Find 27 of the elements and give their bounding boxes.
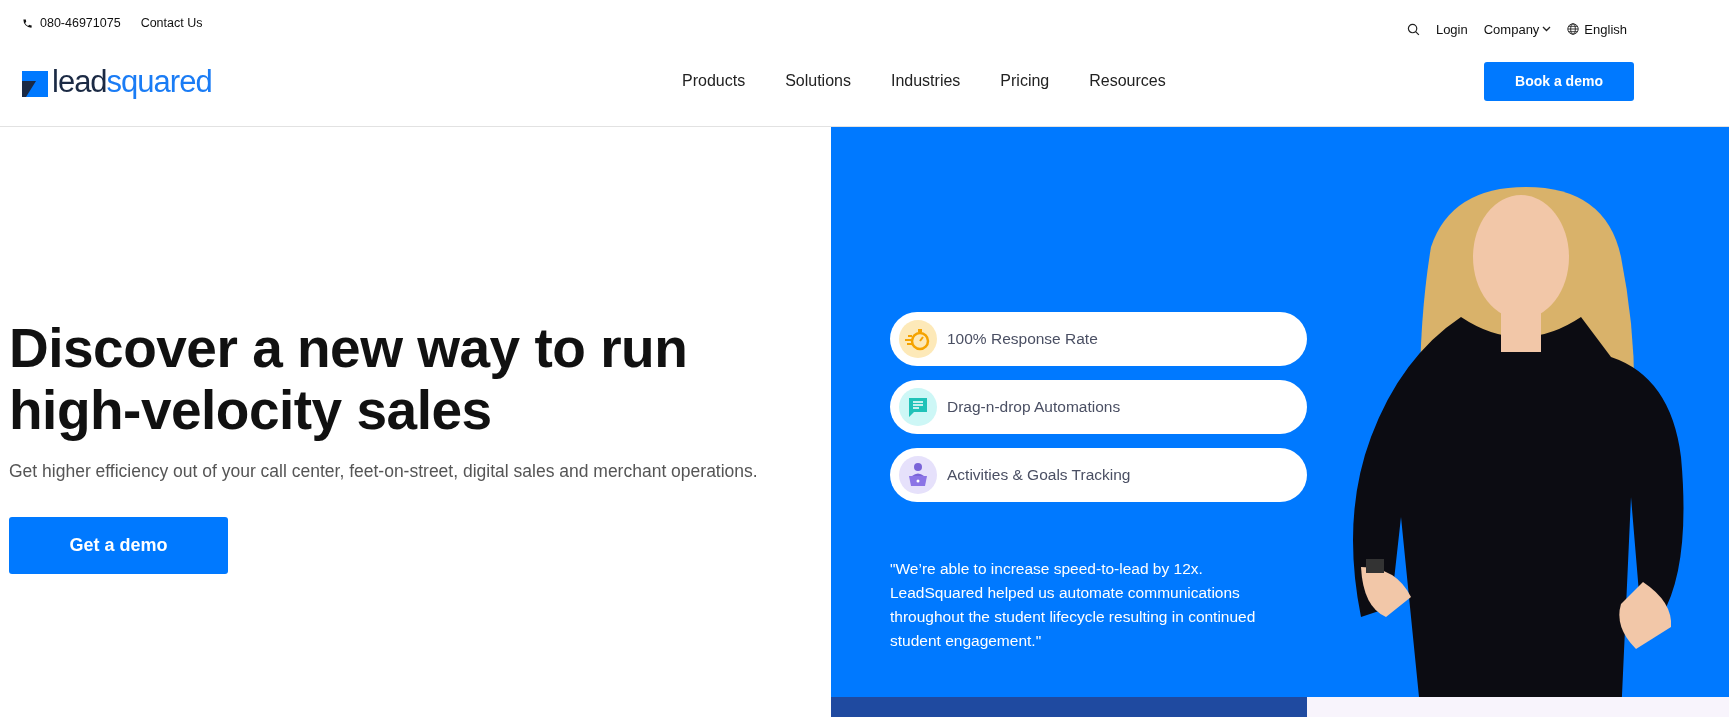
contact-link[interactable]: Contact Us — [140, 16, 203, 30]
caret-icon — [1542, 26, 1552, 32]
stopwatch-icon — [899, 320, 937, 358]
nav-link[interactable]: Products — [682, 72, 746, 90]
nav-link[interactable]: Pricing — [1000, 72, 1050, 90]
testimonial-quote: "We’re able to increase speed-to-lead by 12x. LeadSquared helped us automate communications throughout the student lifecycle resulting in continued student engagement." — [890, 559, 1257, 651]
company-menu[interactable]: Company — [1483, 21, 1540, 37]
logo-text[interactable]: leadsquared — [52, 65, 212, 97]
login-link[interactable]: Login — [1435, 21, 1468, 37]
book-demo-button[interactable]: Book a demo — [1484, 61, 1634, 101]
language-selector[interactable]: English — [1584, 21, 1627, 37]
person-at-desk-icon — [899, 456, 937, 494]
nav-link[interactable]: Solutions — [785, 72, 851, 90]
feature-label: Activities & Goals Tracking — [947, 466, 1131, 484]
feature-label: 100% Response Rate — [947, 330, 1098, 348]
phone-number[interactable]: 080-46971075 — [40, 16, 121, 30]
nav-link[interactable]: Industries — [890, 72, 961, 90]
hero-subtitle: Get higher efficiency out of your call center, feet-on-street, digital sales and merchant operations. — [9, 460, 759, 483]
chat-icon — [899, 388, 937, 426]
feature-label: Drag-n-drop Automations — [947, 398, 1121, 416]
search-icon[interactable] — [1406, 22, 1420, 36]
hero-heading: Discover a new way to run high-velocity sales — [9, 317, 689, 441]
logo-icon — [22, 70, 48, 97]
nav-link[interactable]: Resources — [1089, 72, 1166, 90]
get-demo-button[interactable]: Get a demo — [9, 517, 228, 574]
phone-icon — [22, 17, 33, 29]
globe-icon — [1567, 23, 1580, 35]
